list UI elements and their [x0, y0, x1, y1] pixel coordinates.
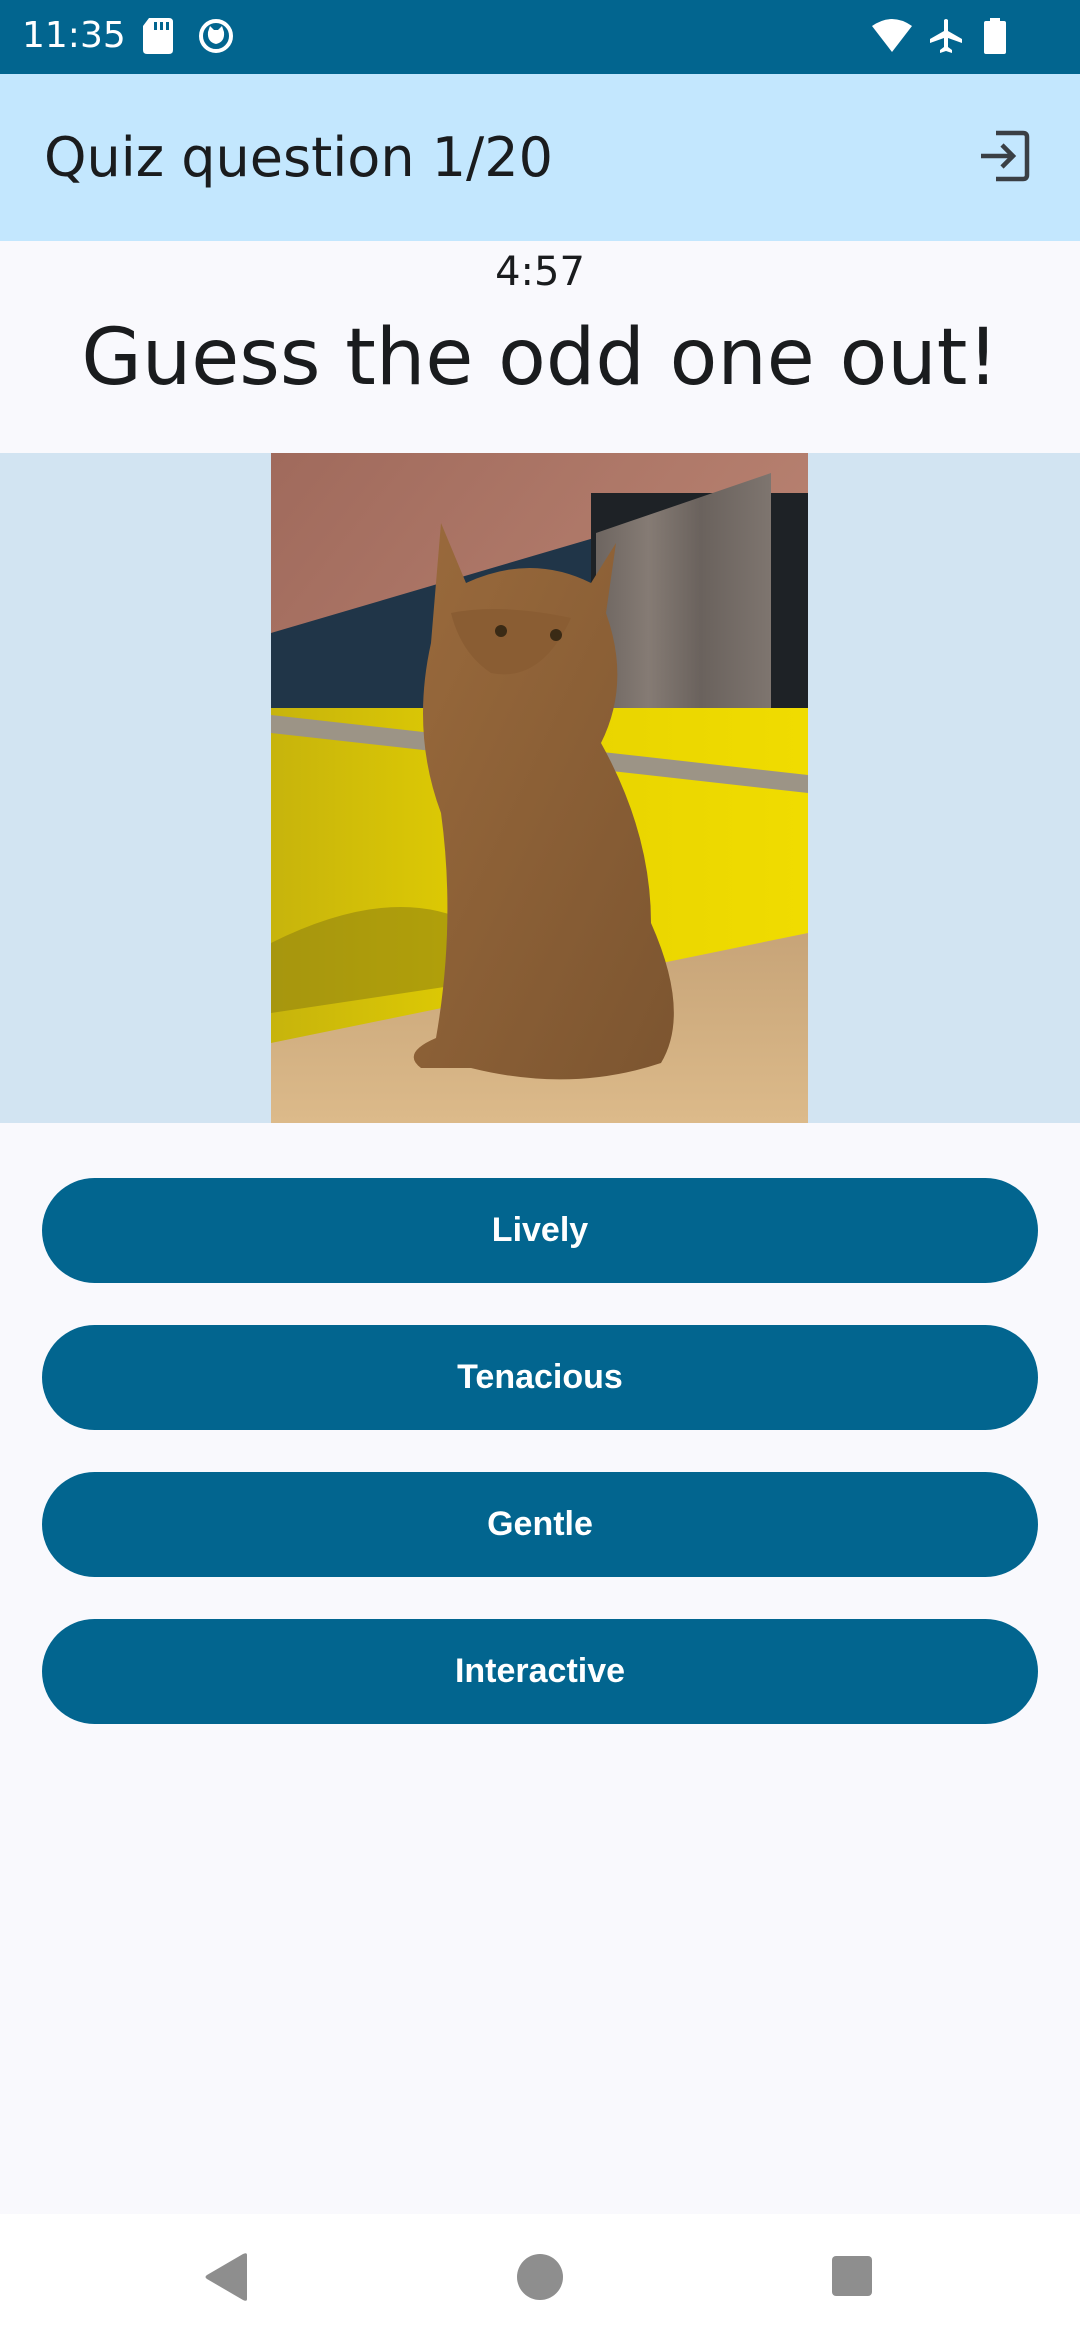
countdown-timer: 4:57 — [495, 249, 585, 295]
exit-quiz-button[interactable] — [968, 122, 1040, 194]
answer-button-gentle[interactable]: Gentle — [42, 1472, 1038, 1577]
exit-icon — [978, 130, 1030, 186]
status-bar: 11:35 — [0, 0, 1080, 74]
home-icon[interactable] — [517, 2252, 563, 2306]
cat-notification-icon — [198, 18, 234, 58]
back-icon[interactable] — [203, 2252, 249, 2306]
status-time: 11:35 — [22, 15, 126, 56]
page-title: Quiz question 1/20 — [44, 126, 553, 189]
answer-button-lively[interactable]: Lively — [42, 1178, 1038, 1283]
answer-button-interactive[interactable]: Interactive — [42, 1619, 1038, 1724]
recents-icon[interactable] — [830, 2252, 874, 2306]
cat-photo — [271, 453, 808, 1123]
app-bar: Quiz question 1/20 — [0, 74, 1080, 241]
battery-icon — [984, 18, 1006, 58]
image-band — [0, 453, 1080, 1123]
sd-card-icon — [143, 18, 173, 58]
answer-button-tenacious[interactable]: Tenacious — [42, 1325, 1038, 1430]
question-text: Guess the odd one out! — [81, 313, 999, 403]
airplane-icon — [928, 18, 964, 58]
system-nav-bar — [0, 2214, 1080, 2340]
wifi-icon — [872, 18, 912, 58]
